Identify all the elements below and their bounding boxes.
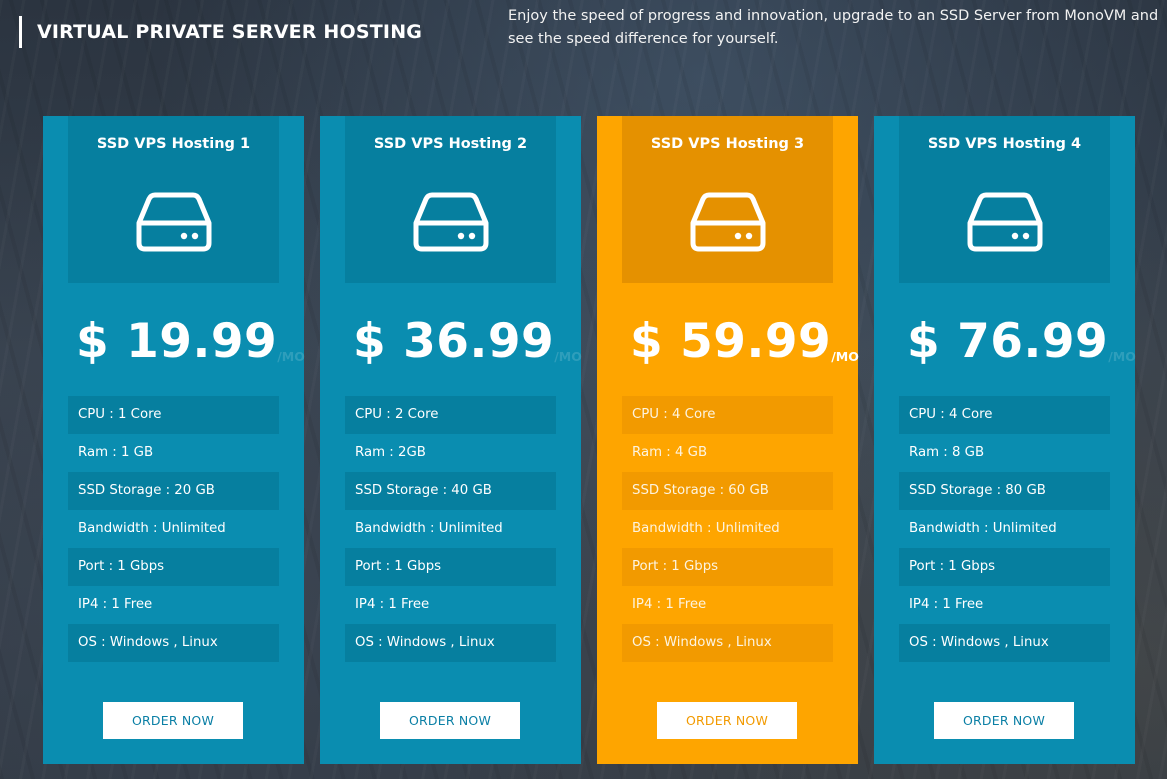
order-now-button[interactable]: ORDER NOW — [380, 702, 520, 739]
feature-storage: SSD Storage : 40 GB — [345, 472, 556, 510]
feature-bandwidth: Bandwidth : Unlimited — [632, 521, 780, 536]
feature-list: CPU : 4 Core Ram : 8 GB SSD Storage : 80… — [899, 396, 1110, 662]
feature-cpu: CPU : 4 Core — [899, 396, 1110, 434]
order-now-button[interactable]: ORDER NOW — [657, 702, 797, 739]
feature-ip: IP4 : 1 Free — [355, 597, 430, 612]
feature-port: Port : 1 Gbps — [68, 548, 279, 586]
hard-drive-icon — [690, 192, 766, 252]
plan-price: $ 19.99 — [76, 314, 278, 369]
order-now-button[interactable]: ORDER NOW — [934, 702, 1074, 739]
plan-header: SSD VPS Hosting 2 — [345, 116, 556, 283]
feature-storage: SSD Storage : 60 GB — [622, 472, 833, 510]
feature-list: CPU : 1 Core Ram : 1 GB SSD Storage : 20… — [68, 396, 279, 662]
price-period: /MO — [831, 349, 859, 364]
feature-list: CPU : 2 Core Ram : 2GB SSD Storage : 40 … — [345, 396, 556, 662]
price-row: $ 76.99 /MO — [907, 312, 1136, 372]
feature-cpu: CPU : 4 Core — [622, 396, 833, 434]
plan-price: $ 76.99 — [907, 314, 1109, 369]
plan-name: SSD VPS Hosting 4 — [927, 136, 1082, 152]
price-row: $ 19.99 /MO — [76, 312, 305, 372]
feature-os: OS : Windows , Linux — [899, 624, 1110, 662]
feature-bandwidth: Bandwidth : Unlimited — [909, 521, 1057, 536]
feature-ram: Ram : 2GB — [355, 445, 426, 460]
plan-name: SSD VPS Hosting 1 — [96, 136, 251, 152]
feature-bandwidth: Bandwidth : Unlimited — [355, 521, 503, 536]
price-row: $ 59.99 /MO — [630, 312, 859, 372]
price-row: $ 36.99 /MO — [353, 312, 582, 372]
feature-port: Port : 1 Gbps — [345, 548, 556, 586]
price-period: /MO — [277, 349, 305, 364]
feature-ip: IP4 : 1 Free — [632, 597, 707, 612]
section-title: VIRTUAL PRIVATE SERVER HOSTING — [19, 16, 422, 48]
plan-name: SSD VPS Hosting 3 — [650, 136, 805, 152]
feature-os: OS : Windows , Linux — [68, 624, 279, 662]
hard-drive-icon — [967, 192, 1043, 252]
plan-card: SSD VPS Hosting 2 $ 36.99 /MO CPU : 2 Co… — [320, 116, 582, 764]
feature-ip: IP4 : 1 Free — [909, 597, 984, 612]
price-period: /MO — [1108, 349, 1136, 364]
feature-storage: SSD Storage : 80 GB — [899, 472, 1110, 510]
feature-port: Port : 1 Gbps — [899, 548, 1110, 586]
feature-ram: Ram : 8 GB — [909, 445, 985, 460]
feature-bandwidth: Bandwidth : Unlimited — [78, 521, 226, 536]
feature-os: OS : Windows , Linux — [622, 624, 833, 662]
plan-header: SSD VPS Hosting 4 — [899, 116, 1110, 283]
plan-price: $ 59.99 — [630, 314, 832, 369]
plan-name: SSD VPS Hosting 2 — [373, 136, 528, 152]
feature-ram: Ram : 4 GB — [632, 445, 708, 460]
plan-card: SSD VPS Hosting 4 $ 76.99 /MO CPU : 4 Co… — [874, 116, 1136, 764]
feature-list: CPU : 4 Core Ram : 4 GB SSD Storage : 60… — [622, 396, 833, 662]
feature-storage: SSD Storage : 20 GB — [68, 472, 279, 510]
hard-drive-icon — [413, 192, 489, 252]
feature-port: Port : 1 Gbps — [622, 548, 833, 586]
plan-header: SSD VPS Hosting 3 — [622, 116, 833, 283]
hard-drive-icon — [136, 192, 212, 252]
feature-cpu: CPU : 2 Core — [345, 396, 556, 434]
pricing-plans: SSD VPS Hosting 1 $ 19.99 /MO CPU : 1 Co… — [43, 116, 1136, 764]
plan-card: SSD VPS Hosting 1 $ 19.99 /MO CPU : 1 Co… — [43, 116, 305, 764]
plan-header: SSD VPS Hosting 1 — [68, 116, 279, 283]
feature-ip: IP4 : 1 Free — [78, 597, 153, 612]
section-intro: Enjoy the speed of progress and innovati… — [508, 8, 1159, 47]
price-period: /MO — [554, 349, 582, 364]
feature-os: OS : Windows , Linux — [345, 624, 556, 662]
plan-price: $ 36.99 — [353, 314, 555, 369]
feature-cpu: CPU : 1 Core — [68, 396, 279, 434]
feature-ram: Ram : 1 GB — [78, 445, 154, 460]
order-now-button[interactable]: ORDER NOW — [103, 702, 243, 739]
plan-card-featured: SSD VPS Hosting 3 $ 59.99 /MO CPU : 4 Co… — [597, 116, 859, 764]
